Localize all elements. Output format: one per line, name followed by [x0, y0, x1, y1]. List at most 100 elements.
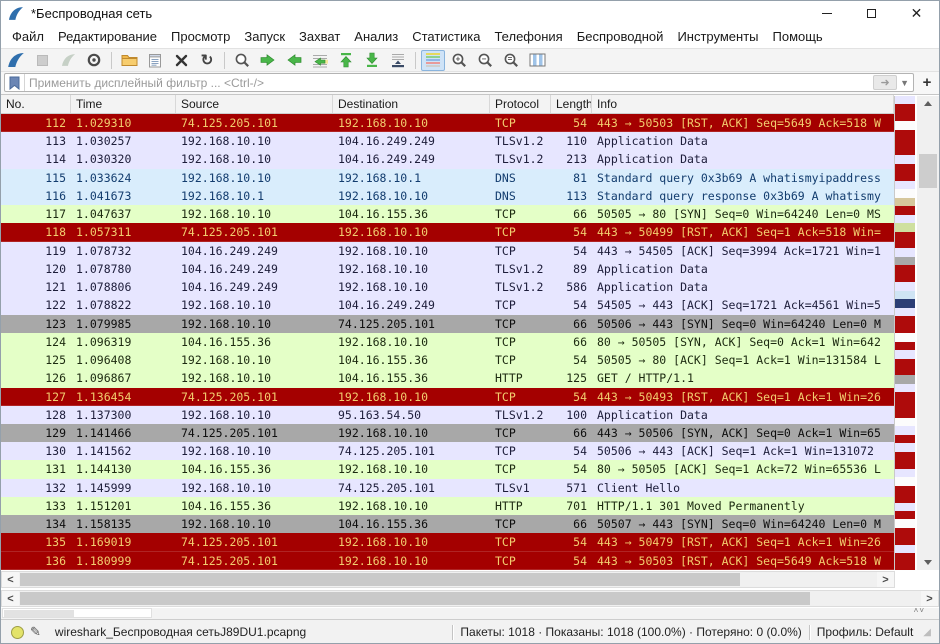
column-header-length[interactable]: Length: [551, 95, 592, 113]
go-to-packet-icon: [311, 53, 329, 68]
colorize-button[interactable]: [421, 50, 445, 71]
stop-capture-icon: [37, 55, 48, 66]
detail-pane-hscrollbar[interactable]: < >: [1, 590, 939, 607]
packet-row-133[interactable]: 1331.151201104.16.155.36192.168.10.10HTT…: [1, 497, 894, 515]
cell-info: GET / HTTP/1.1: [592, 369, 894, 387]
capture-options-button[interactable]: [82, 50, 106, 71]
packet-minimap[interactable]: [894, 96, 915, 570]
close-file-button[interactable]: [169, 50, 193, 71]
maximize-button[interactable]: [849, 1, 894, 25]
zoom-out-button[interactable]: −: [473, 50, 497, 71]
resize-grip-icon[interactable]: ◢: [923, 627, 931, 638]
column-header-info[interactable]: Info: [592, 95, 894, 113]
menu-item-5[interactable]: Захват: [292, 27, 347, 46]
column-header-no[interactable]: No.: [1, 95, 71, 113]
packet-row-115[interactable]: 1151.033624192.168.10.10192.168.10.1DNS8…: [1, 169, 894, 187]
profile-label[interactable]: Профиль: Default: [817, 625, 914, 639]
menu-item-10[interactable]: Инструменты: [670, 27, 765, 46]
menu-item-6[interactable]: Анализ: [347, 27, 405, 46]
cell-protocol: TLSv1.2: [490, 278, 551, 296]
expert-info-icon[interactable]: [11, 626, 24, 639]
packet-row-117[interactable]: 1171.047637192.168.10.10104.16.155.36TCP…: [1, 205, 894, 223]
collapsed-pane-scrollbar[interactable]: [2, 608, 152, 618]
packet-row-134[interactable]: 1341.158135192.168.10.10104.16.155.36TCP…: [1, 515, 894, 533]
filter-dropdown-caret-icon[interactable]: ▼: [899, 78, 913, 88]
hscroll-right-button[interactable]: >: [877, 572, 894, 587]
zoom-in-button[interactable]: +: [447, 50, 471, 71]
first-packet-button[interactable]: [334, 50, 358, 71]
open-file-button[interactable]: [117, 50, 141, 71]
packet-row-122[interactable]: 1221.078822192.168.10.10104.16.249.249TC…: [1, 296, 894, 314]
collapsed-pane-thumb[interactable]: [4, 610, 74, 617]
zoom-reset-button[interactable]: =: [499, 50, 523, 71]
packet-row-135[interactable]: 1351.16901974.125.205.101192.168.10.10TC…: [1, 533, 894, 551]
packet-row-113[interactable]: 1131.030257192.168.10.10104.16.249.249TL…: [1, 132, 894, 150]
menu-item-3[interactable]: Просмотр: [164, 27, 237, 46]
packet-row-129[interactable]: 1291.14146674.125.205.101192.168.10.10TC…: [1, 424, 894, 442]
cell-time: 1.144130: [71, 460, 176, 478]
menu-item-9[interactable]: Беспроводной: [570, 27, 671, 46]
packet-row-114[interactable]: 1141.030320192.168.10.10104.16.249.249TL…: [1, 150, 894, 168]
packet-row-136[interactable]: 1361.18099974.125.205.101192.168.10.10TC…: [1, 552, 894, 570]
column-header-protocol[interactable]: Protocol: [490, 95, 551, 113]
packet-row-130[interactable]: 1301.141562192.168.10.1074.125.205.101TC…: [1, 442, 894, 460]
next-packet-button[interactable]: [282, 50, 306, 71]
vertical-scrollbar[interactable]: [917, 96, 939, 570]
reload-file-button[interactable]: ↻: [195, 50, 219, 71]
find-packet-button[interactable]: [230, 50, 254, 71]
display-filter-input[interactable]: [25, 76, 873, 90]
packet-row-121[interactable]: 1211.078806104.16.249.249192.168.10.10TL…: [1, 278, 894, 296]
packet-row-131[interactable]: 1311.144130104.16.155.36192.168.10.10TCP…: [1, 460, 894, 478]
hscroll-right-button[interactable]: >: [921, 591, 938, 606]
menu-item-7[interactable]: Статистика: [405, 27, 487, 46]
column-header-source[interactable]: Source: [176, 95, 333, 113]
menu-item-2[interactable]: Редактирование: [51, 27, 164, 46]
packet-row-116[interactable]: 1161.041673192.168.10.1192.168.10.10DNS1…: [1, 187, 894, 205]
last-packet-button[interactable]: [360, 50, 384, 71]
menu-item-11[interactable]: Помощь: [766, 27, 830, 46]
hscrollbar-thumb[interactable]: [20, 592, 810, 605]
pane-resize-arrows-icon[interactable]: ˄˅: [914, 606, 925, 615]
filter-bookmark-icon[interactable]: [5, 74, 25, 91]
vertical-scrollbar-thumb[interactable]: [919, 154, 937, 188]
packet-row-127[interactable]: 1271.13645474.125.205.101192.168.10.10TC…: [1, 388, 894, 406]
column-header-time[interactable]: Time: [71, 95, 176, 113]
packet-row-119[interactable]: 1191.078732104.16.249.249192.168.10.10TC…: [1, 242, 894, 260]
restart-capture-button[interactable]: [56, 50, 80, 71]
column-header-destination[interactable]: Destination: [333, 95, 490, 113]
hscrollbar-thumb[interactable]: [20, 573, 740, 586]
packet-row-123[interactable]: 1231.079985192.168.10.1074.125.205.101TC…: [1, 315, 894, 333]
cell-destination: 104.16.249.249: [333, 132, 490, 150]
packet-row-120[interactable]: 1201.078780104.16.249.249192.168.10.10TL…: [1, 260, 894, 278]
resize-columns-button[interactable]: [525, 50, 549, 71]
packet-row-126[interactable]: 1261.096867192.168.10.10104.16.155.36HTT…: [1, 369, 894, 387]
packet-row-118[interactable]: 1181.05731174.125.205.101192.168.10.10TC…: [1, 223, 894, 241]
start-capture-button[interactable]: [4, 50, 28, 71]
packet-row-124[interactable]: 1241.096319104.16.155.36192.168.10.10TCP…: [1, 333, 894, 351]
menu-item-1[interactable]: Файл: [5, 27, 51, 46]
packet-row-125[interactable]: 1251.096408192.168.10.10104.16.155.36TCP…: [1, 351, 894, 369]
apply-filter-button[interactable]: ➜: [873, 75, 897, 90]
previous-packet-button[interactable]: [256, 50, 280, 71]
auto-scroll-button[interactable]: [386, 50, 410, 71]
menu-item-4[interactable]: Запуск: [237, 27, 292, 46]
capture-comment-icon[interactable]: ✎: [30, 624, 41, 640]
zoom-in-icon: +: [451, 52, 468, 69]
menu-item-8[interactable]: Телефония: [487, 27, 569, 46]
add-filter-button[interactable]: +: [918, 74, 936, 91]
close-button[interactable]: ✕: [894, 1, 939, 25]
go-to-packet-button[interactable]: [308, 50, 332, 71]
packet-list-hscrollbar[interactable]: < >: [1, 571, 895, 588]
hscroll-left-button[interactable]: <: [2, 591, 19, 606]
scroll-down-button[interactable]: [917, 555, 939, 570]
packet-row-132[interactable]: 1321.145999192.168.10.1074.125.205.101TL…: [1, 479, 894, 497]
packet-row-112[interactable]: 1121.02931074.125.205.101192.168.10.10TC…: [1, 114, 894, 132]
minimize-button[interactable]: [804, 1, 849, 25]
cell-protocol: TCP: [490, 242, 551, 260]
cell-info: 443 → 50493 [RST, ACK] Seq=1 Ack=1 Win=2…: [592, 388, 894, 406]
save-file-button[interactable]: [143, 50, 167, 71]
scroll-up-button[interactable]: [917, 96, 939, 111]
hscroll-left-button[interactable]: <: [2, 572, 19, 587]
packet-row-128[interactable]: 1281.137300192.168.10.1095.163.54.50TLSv…: [1, 406, 894, 424]
stop-capture-button[interactable]: [30, 50, 54, 71]
